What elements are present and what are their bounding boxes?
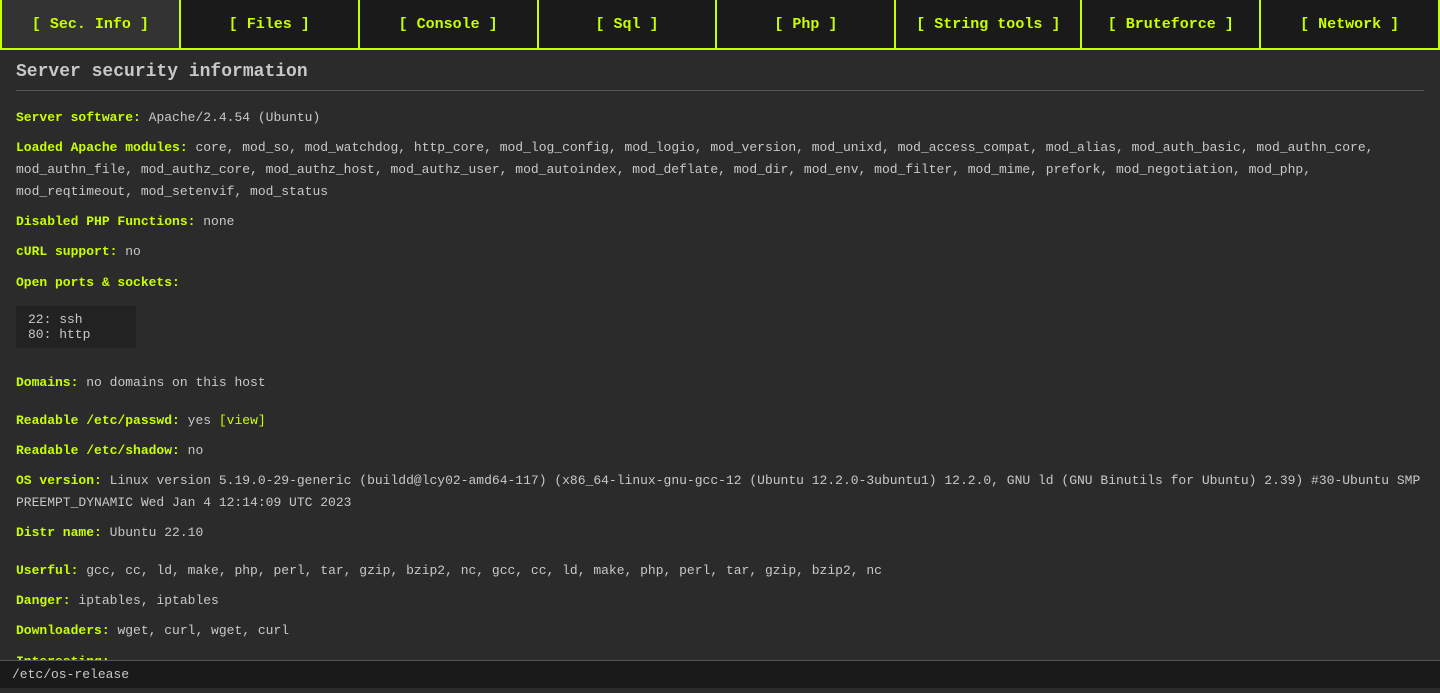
os-version-row: OS version: Linux version 5.19.0-29-gene… <box>16 470 1424 514</box>
port-80: 80: http <box>28 327 124 342</box>
nav-sec-info[interactable]: [ Sec. Info ] <box>0 0 181 48</box>
loaded-modules-value: core, mod_so, mod_watchdog, http_core, m… <box>16 140 1373 199</box>
port-22: 22: ssh <box>28 312 124 327</box>
server-software-label: Server software: <box>16 110 141 125</box>
view-passwd-link[interactable]: [view] <box>219 413 266 428</box>
ports-block: 22: ssh 80: http <box>16 306 136 348</box>
danger-row: Danger: iptables, iptables <box>16 590 1424 612</box>
server-software-value: Apache/2.4.54 (Ubuntu) <box>149 110 321 125</box>
os-version-value: Linux version 5.19.0-29-generic (buildd@… <box>16 473 1420 510</box>
nav-string-tools-label: [ String tools ] <box>916 16 1060 33</box>
nav-bar: [ Sec. Info ] [ Files ] [ Console ] [ Sq… <box>0 0 1440 50</box>
nav-sec-info-label: [ Sec. Info ] <box>32 16 149 33</box>
readable-passwd-label: Readable /etc/passwd: <box>16 413 180 428</box>
nav-network-label: [ Network ] <box>1300 16 1399 33</box>
downloaders-row: Downloaders: wget, curl, wget, curl <box>16 620 1424 642</box>
readable-shadow-row: Readable /etc/shadow: no <box>16 440 1424 462</box>
userful-row: Userful: gcc, cc, ld, make, php, perl, t… <box>16 560 1424 582</box>
distr-name-value: Ubuntu 22.10 <box>110 525 204 540</box>
distr-name-label: Distr name: <box>16 525 102 540</box>
nav-php[interactable]: [ Php ] <box>717 0 896 48</box>
disabled-php-value: none <box>203 214 234 229</box>
os-version-label: OS version: <box>16 473 102 488</box>
curl-value: no <box>125 244 141 259</box>
curl-row: cURL support: no <box>16 241 1424 263</box>
nav-console-label: [ Console ] <box>399 16 498 33</box>
downloaders-label: Downloaders: <box>16 623 110 638</box>
nav-sql-label: [ Sql ] <box>596 16 659 33</box>
readable-passwd-row: Readable /etc/passwd: yes [view] <box>16 410 1424 432</box>
userful-label: Userful: <box>16 563 78 578</box>
disabled-php-label: Disabled PHP Functions: <box>16 214 195 229</box>
nav-string-tools[interactable]: [ String tools ] <box>896 0 1082 48</box>
nav-sql[interactable]: [ Sql ] <box>539 0 718 48</box>
os-release-bar: /etc/os-release <box>0 660 1440 688</box>
open-ports-label: Open ports & sockets: <box>16 275 180 290</box>
nav-console[interactable]: [ Console ] <box>360 0 539 48</box>
main-content: Server security information Server softw… <box>0 50 1440 693</box>
distr-name-row: Distr name: Ubuntu 22.10 <box>16 522 1424 544</box>
userful-value: gcc, cc, ld, make, php, perl, tar, gzip,… <box>86 563 882 578</box>
readable-passwd-value: yes <box>188 413 211 428</box>
danger-value: iptables, iptables <box>78 593 218 608</box>
nav-bruteforce-label: [ Bruteforce ] <box>1108 16 1234 33</box>
nav-network[interactable]: [ Network ] <box>1261 0 1440 48</box>
domains-label: Domains: <box>16 375 78 390</box>
readable-shadow-label: Readable /etc/shadow: <box>16 443 180 458</box>
open-ports-row: Open ports & sockets: <box>16 272 1424 294</box>
danger-label: Danger: <box>16 593 71 608</box>
loaded-modules-label: Loaded Apache modules: <box>16 140 188 155</box>
page-title: Server security information <box>16 62 1424 91</box>
nav-bruteforce[interactable]: [ Bruteforce ] <box>1082 0 1261 48</box>
nav-php-label: [ Php ] <box>774 16 837 33</box>
nav-files[interactable]: [ Files ] <box>181 0 360 48</box>
readable-shadow-value: no <box>188 443 204 458</box>
server-software-row: Server software: Apache/2.4.54 (Ubuntu) <box>16 107 1424 129</box>
domains-row: Domains: no domains on this host <box>16 372 1424 394</box>
loaded-modules-row: Loaded Apache modules: core, mod_so, mod… <box>16 137 1424 203</box>
curl-label: cURL support: <box>16 244 117 259</box>
disabled-php-row: Disabled PHP Functions: none <box>16 211 1424 233</box>
downloaders-value: wget, curl, wget, curl <box>117 623 289 638</box>
os-release-path: /etc/os-release <box>12 667 129 682</box>
nav-files-label: [ Files ] <box>229 16 310 33</box>
domains-value: no domains on this host <box>86 375 265 390</box>
